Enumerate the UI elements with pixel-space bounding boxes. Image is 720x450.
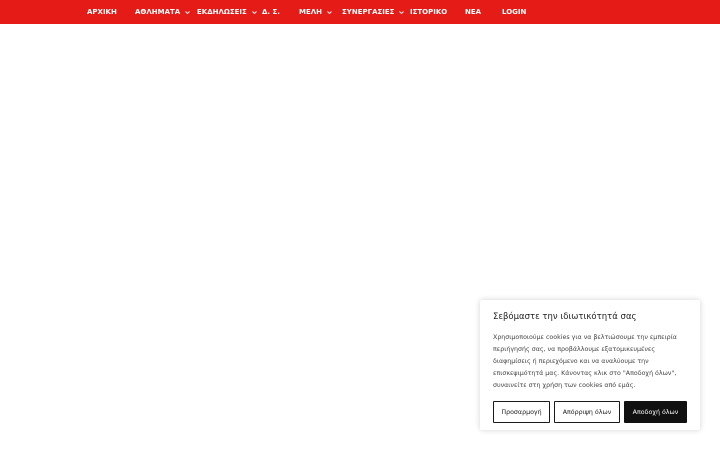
cookie-consent-text-line: περιήγησής σας, να προβάλλουμε εξατομικε… xyxy=(493,346,656,353)
nav-item-label: ΝΕΑ xyxy=(465,8,482,16)
nav-item-label: ΑΡΧΙΚΗ xyxy=(87,8,117,16)
accept-all-button[interactable]: Αποδοχή όλων xyxy=(624,401,687,423)
chevron-down-icon xyxy=(399,10,405,14)
nav-item-members[interactable]: ΜΕΛΗ xyxy=(299,0,333,24)
nav-item-news[interactable]: ΝΕΑ xyxy=(465,0,481,24)
nav-item-home[interactable]: ΑΡΧΙΚΗ xyxy=(87,0,117,24)
chevron-down-icon xyxy=(327,10,332,14)
cookie-consent-title: Σεβόμαστε την ιδιωτικότητά σας xyxy=(493,312,637,322)
nav-item-label: LOGIN xyxy=(502,8,527,16)
reject-all-button[interactable]: Απόρριψη όλων xyxy=(554,401,620,423)
nav-item-board[interactable]: Δ. Σ. xyxy=(262,0,280,24)
chevron-down-icon xyxy=(251,10,257,14)
cookie-consent-text-line: επισκεψιμότητά μας. Κάνοντας κλικ στο "Α… xyxy=(493,370,677,377)
cookie-consent-text-line: διαφημίσεις ή περιεχόμενο και να αναλύου… xyxy=(493,358,649,365)
nav-item-label: ΑΘΛΗΜΑΤΑ xyxy=(135,8,181,16)
cookie-consent-text-line: Χρησιμοποιούμε cookies για να βελτιώσουμ… xyxy=(493,334,677,341)
page: ΑΡΧΙΚΗ ΑΘΛΗΜΑΤΑ ΕΚΔΗΛΩΣΕΙΣ Δ. Σ. ΜΕΛΗ ΣΥ… xyxy=(0,0,720,450)
cookie-consent-banner: Σεβόμαστε την ιδιωτικότητά σας Χρησιμοπο… xyxy=(480,300,700,430)
nav-item-label: ΙΣΤΟΡΙΚΟ xyxy=(410,8,448,16)
chevron-down-icon xyxy=(185,10,191,14)
nav-item-history[interactable]: ΙΣΤΟΡΙΚΟ xyxy=(410,0,447,24)
main-navigation: ΑΡΧΙΚΗ ΑΘΛΗΜΑΤΑ ΕΚΔΗΛΩΣΕΙΣ Δ. Σ. ΜΕΛΗ ΣΥ… xyxy=(0,0,720,24)
nav-item-sports[interactable]: ΑΘΛΗΜΑΤΑ xyxy=(135,0,191,24)
nav-item-label: ΕΚΔΗΛΩΣΕΙΣ xyxy=(197,8,247,16)
customize-button[interactable]: Προσαρμογή xyxy=(493,401,550,423)
nav-item-label: Δ. Σ. xyxy=(262,8,280,16)
nav-item-events[interactable]: ΕΚΔΗΛΩΣΕΙΣ xyxy=(197,0,258,24)
cookie-consent-text: Χρησιμοποιούμε cookies για να βελτιώσουμ… xyxy=(493,332,687,392)
cookie-consent-actions: Προσαρμογή Απόρριψη όλων Αποδοχή όλων xyxy=(493,401,687,423)
nav-item-partnerships[interactable]: ΣΥΝΕΡΓΑΣΙΕΣ xyxy=(342,0,405,24)
cookie-consent-text-line: συναινείτε στη χρήση των cookies από εμά… xyxy=(493,382,636,389)
nav-item-label: ΣΥΝΕΡΓΑΣΙΕΣ xyxy=(342,8,395,16)
nav-item-login[interactable]: LOGIN xyxy=(502,0,526,24)
nav-item-label: ΜΕΛΗ xyxy=(299,8,323,16)
